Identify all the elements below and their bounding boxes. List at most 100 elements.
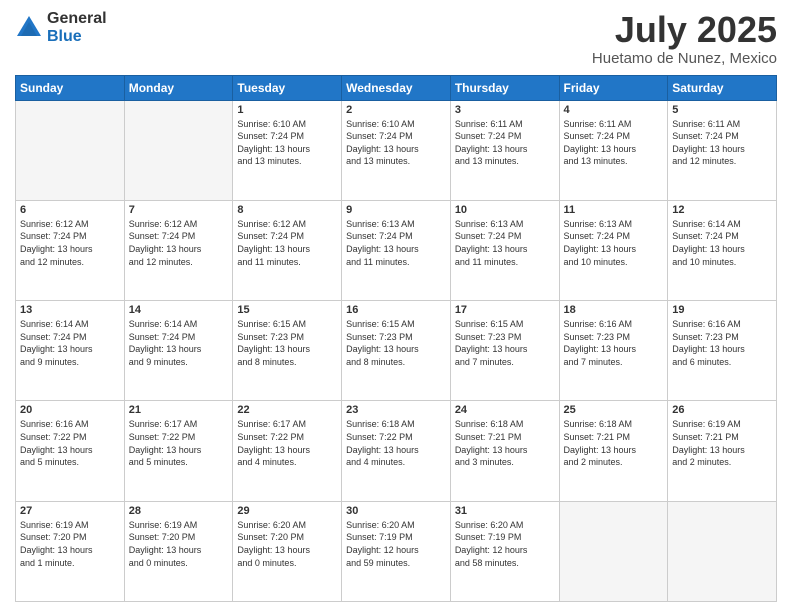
cell-content: Sunrise: 6:20 AM Sunset: 7:19 PM Dayligh… [346, 519, 446, 569]
cell-content: Sunrise: 6:16 AM Sunset: 7:23 PM Dayligh… [564, 318, 664, 368]
calendar-cell [668, 501, 777, 601]
day-number: 12 [672, 204, 772, 216]
day-number: 22 [237, 404, 337, 416]
calendar-cell: 5Sunrise: 6:11 AM Sunset: 7:24 PM Daylig… [668, 100, 777, 200]
cell-content: Sunrise: 6:17 AM Sunset: 7:22 PM Dayligh… [129, 418, 229, 468]
day-number: 8 [237, 204, 337, 216]
logo: General Blue [15, 10, 107, 45]
location-title: Huetamo de Nunez, Mexico [592, 50, 777, 67]
calendar-cell: 6 Sunrise: 6:12 AM Sunset: 7:24 PM Daylig… [16, 200, 125, 300]
calendar-cell: 9 Sunrise: 6:13 AM Sunset: 7:24 PM Daylig… [342, 200, 451, 300]
header: General Blue July 2025 Huetamo de Nunez,… [15, 10, 777, 67]
calendar-cell: 20 Sunrise: 6:16 AM Sunset: 7:22 PM Dayli… [16, 401, 125, 501]
calendar-day-header: Wednesday [342, 75, 451, 100]
day-number: 28 [129, 505, 229, 517]
day-number: 18 [564, 304, 664, 316]
cell-content: Sunrise: 6:10 AM Sunset: 7:24 PM Dayligh… [237, 118, 337, 168]
calendar-header-row: SundayMondayTuesdayWednesdayThursdayFrid… [16, 75, 777, 100]
calendar-cell: 2 Sunrise: 6:10 AM Sunset: 7:24 PM Daylig… [342, 100, 451, 200]
cell-content: Sunrise: 6:19 AM Sunset: 7:21 PM Dayligh… [672, 418, 772, 468]
calendar-day-header: Saturday [668, 75, 777, 100]
calendar-cell: 11 Sunrise: 6:13 AM Sunset: 7:24 PM Dayli… [559, 200, 668, 300]
calendar-cell: 18 Sunrise: 6:16 AM Sunset: 7:23 PM Dayli… [559, 301, 668, 401]
cell-content: Sunrise: 6:15 AM Sunset: 7:23 PM Dayligh… [455, 318, 555, 368]
calendar-day-header: Tuesday [233, 75, 342, 100]
calendar-cell: 29 Sunrise: 6:20 AM Sunset: 7:20 PM Dayli… [233, 501, 342, 601]
logo-text: General Blue [47, 10, 107, 45]
cell-content: Sunrise: 6:13 AM Sunset: 7:24 PM Dayligh… [564, 218, 664, 268]
calendar-week-row: 6 Sunrise: 6:12 AM Sunset: 7:24 PM Daylig… [16, 200, 777, 300]
calendar-cell: 13Sunrise: 6:14 AM Sunset: 7:24 PM Dayli… [16, 301, 125, 401]
day-number: 3 [455, 104, 555, 116]
calendar-cell: 12 Sunrise: 6:14 AM Sunset: 7:24 PM Dayli… [668, 200, 777, 300]
cell-content: Sunrise: 6:12 AM Sunset: 7:24 PM Dayligh… [237, 218, 337, 268]
day-number: 2 [346, 104, 446, 116]
calendar-cell: 17 Sunrise: 6:15 AM Sunset: 7:23 PM Dayli… [450, 301, 559, 401]
day-number: 31 [455, 505, 555, 517]
cell-content: Sunrise: 6:16 AM Sunset: 7:23 PM Dayligh… [672, 318, 772, 368]
cell-content: Sunrise: 6:10 AM Sunset: 7:24 PM Dayligh… [346, 118, 446, 168]
day-number: 9 [346, 204, 446, 216]
calendar-cell: 25Sunrise: 6:18 AM Sunset: 7:21 PM Dayli… [559, 401, 668, 501]
calendar-cell: 21 Sunrise: 6:17 AM Sunset: 7:22 PM Dayli… [124, 401, 233, 501]
calendar-cell [559, 501, 668, 601]
calendar-day-header: Monday [124, 75, 233, 100]
day-number: 25 [564, 404, 664, 416]
calendar-cell: 26 Sunrise: 6:19 AM Sunset: 7:21 PM Dayli… [668, 401, 777, 501]
day-number: 29 [237, 505, 337, 517]
calendar-cell: 15Sunrise: 6:15 AM Sunset: 7:23 PM Dayli… [233, 301, 342, 401]
cell-content: Sunrise: 6:12 AM Sunset: 7:24 PM Dayligh… [129, 218, 229, 268]
day-number: 20 [20, 404, 120, 416]
calendar-cell: 19 Sunrise: 6:16 AM Sunset: 7:23 PM Dayli… [668, 301, 777, 401]
cell-content: Sunrise: 6:14 AM Sunset: 7:24 PM Dayligh… [129, 318, 229, 368]
calendar-cell: 4Sunrise: 6:11 AM Sunset: 7:24 PM Daylig… [559, 100, 668, 200]
calendar-cell: 1Sunrise: 6:10 AM Sunset: 7:24 PM Daylig… [233, 100, 342, 200]
cell-content: Sunrise: 6:14 AM Sunset: 7:24 PM Dayligh… [672, 218, 772, 268]
cell-content: Sunrise: 6:16 AM Sunset: 7:22 PM Dayligh… [20, 418, 120, 468]
day-number: 27 [20, 505, 120, 517]
calendar-cell: 14 Sunrise: 6:14 AM Sunset: 7:24 PM Dayli… [124, 301, 233, 401]
day-number: 16 [346, 304, 446, 316]
calendar-cell [124, 100, 233, 200]
cell-content: Sunrise: 6:19 AM Sunset: 7:20 PM Dayligh… [129, 519, 229, 569]
day-number: 23 [346, 404, 446, 416]
day-number: 7 [129, 204, 229, 216]
day-number: 6 [20, 204, 120, 216]
calendar-cell [16, 100, 125, 200]
calendar-cell: 7 Sunrise: 6:12 AM Sunset: 7:24 PM Daylig… [124, 200, 233, 300]
logo-icon [15, 14, 43, 42]
calendar-cell: 10Sunrise: 6:13 AM Sunset: 7:24 PM Dayli… [450, 200, 559, 300]
cell-content: Sunrise: 6:11 AM Sunset: 7:24 PM Dayligh… [564, 118, 664, 168]
calendar-week-row: 13 Sunrise: 6:14 AM Sunset: 7:24 PM Dayli… [16, 301, 777, 401]
calendar-day-header: Sunday [16, 75, 125, 100]
cell-content: Sunrise: 6:18 AM Sunset: 7:21 PM Dayligh… [455, 418, 555, 468]
cell-content: Sunrise: 6:15 AM Sunset: 7:23 PM Dayligh… [237, 318, 337, 368]
cell-content: Sunrise: 6:20 AM Sunset: 7:19 PM Dayligh… [455, 519, 555, 569]
cell-content: Sunrise: 6:19 AM Sunset: 7:20 PM Dayligh… [20, 519, 120, 569]
calendar-cell: 30Sunrise: 6:20 AM Sunset: 7:19 PM Dayli… [342, 501, 451, 601]
calendar-cell: 28 Sunrise: 6:19 AM Sunset: 7:20 PM Dayli… [124, 501, 233, 601]
day-number: 14 [129, 304, 229, 316]
day-number: 19 [672, 304, 772, 316]
cell-content: Sunrise: 6:12 AM Sunset: 7:24 PM Dayligh… [20, 218, 120, 268]
cell-content: Sunrise: 6:20 AM Sunset: 7:20 PM Dayligh… [237, 519, 337, 569]
calendar-week-row: 20 Sunrise: 6:16 AM Sunset: 7:22 PM Dayli… [16, 401, 777, 501]
day-number: 10 [455, 204, 555, 216]
calendar-week-row: 27 Sunrise: 6:19 AM Sunset: 7:20 PM Dayli… [16, 501, 777, 601]
calendar-cell: 24 Sunrise: 6:18 AM Sunset: 7:21 PM Dayli… [450, 401, 559, 501]
day-number: 11 [564, 204, 664, 216]
calendar-day-header: Thursday [450, 75, 559, 100]
day-number: 24 [455, 404, 555, 416]
day-number: 21 [129, 404, 229, 416]
calendar-cell: 31 Sunrise: 6:20 AM Sunset: 7:19 PM Dayli… [450, 501, 559, 601]
cell-content: Sunrise: 6:18 AM Sunset: 7:22 PM Dayligh… [346, 418, 446, 468]
cell-content: Sunrise: 6:11 AM Sunset: 7:24 PM Dayligh… [455, 118, 555, 168]
cell-content: Sunrise: 6:13 AM Sunset: 7:24 PM Dayligh… [346, 218, 446, 268]
calendar-cell: 16 Sunrise: 6:15 AM Sunset: 7:23 PM Dayli… [342, 301, 451, 401]
day-number: 17 [455, 304, 555, 316]
cell-content: Sunrise: 6:15 AM Sunset: 7:23 PM Dayligh… [346, 318, 446, 368]
day-number: 13 [20, 304, 120, 316]
calendar-cell: 3 Sunrise: 6:11 AM Sunset: 7:24 PM Daylig… [450, 100, 559, 200]
calendar-week-row: 1Sunrise: 6:10 AM Sunset: 7:24 PM Daylig… [16, 100, 777, 200]
day-number: 26 [672, 404, 772, 416]
